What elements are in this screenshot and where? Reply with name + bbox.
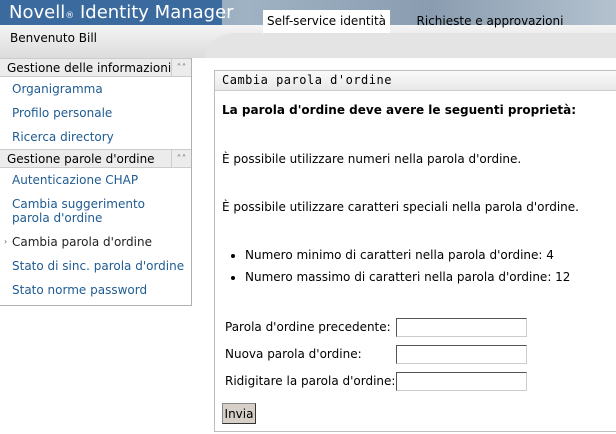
sidebar-item-hint[interactable]: Cambia suggerimento parola d'ordine (0, 192, 191, 230)
brand-name: Novell (9, 2, 66, 23)
panel-title: Cambia parola d'ordine (215, 71, 616, 91)
tab-requests-approvals[interactable]: Richieste e approvazioni (390, 10, 590, 33)
sidebar-item-profilo[interactable]: Profilo personale (0, 101, 191, 125)
sidebar-item-organigramma[interactable]: Organigramma (0, 77, 191, 101)
sidebar-item-policy-status[interactable]: Stato norme password (0, 278, 191, 302)
new-password-label: Nuova parola d'ordine: (225, 347, 362, 361)
rule-special-chars: È possibile utilizzare caratteri special… (222, 200, 579, 214)
section-info-management[interactable]: Gestione delle informazioni ˄˄ (0, 58, 191, 77)
tab-strip (205, 33, 616, 58)
collapse-icon[interactable]: ˄˄ (171, 150, 191, 167)
tab-self-service[interactable]: Self-service identità (263, 10, 390, 33)
intro-text: La parola d'ordine deve avere le seguent… (222, 103, 577, 117)
length-rules: Numero minimo di caratteri nella parola … (245, 248, 570, 292)
collapse-icon[interactable]: ˄˄ (171, 59, 191, 76)
new-password-input[interactable] (396, 345, 527, 364)
sidebar-item-label: Cambia parola d'ordine (12, 235, 152, 249)
min-length-rule: Numero minimo di caratteri nella parola … (245, 248, 570, 270)
sidebar-item-change-password[interactable]: › Cambia parola d'ordine (0, 230, 191, 254)
app-logo: Novell® Identity Manager (0, 0, 234, 25)
old-password-input[interactable] (396, 318, 527, 337)
welcome-text: Benvenuto Bill (10, 31, 98, 45)
submit-button[interactable]: Invia (222, 403, 256, 424)
product-name: Identity Manager (79, 2, 234, 23)
change-password-panel: Cambia parola d'ordine La parola d'ordin… (214, 70, 616, 432)
sidebar-item-chap[interactable]: Autenticazione CHAP (0, 168, 191, 192)
confirm-password-label: Ridigitare la parola d'ordine: (225, 374, 396, 388)
rule-numbers: È possibile utilizzare numeri nella paro… (222, 152, 522, 166)
old-password-label: Parola d'ordine precedente: (225, 320, 391, 334)
section-password-management[interactable]: Gestione parole d'ordine ˄˄ (0, 149, 191, 168)
section-title: Gestione delle informazioni (7, 61, 172, 75)
sidebar-item-sync-status[interactable]: Stato di sinc. parola d'ordine (0, 254, 191, 278)
confirm-password-input[interactable] (396, 372, 527, 391)
registered-mark: ® (65, 11, 75, 21)
current-marker-icon: › (4, 237, 8, 246)
sidebar-item-ricerca[interactable]: Ricerca directory (0, 125, 191, 149)
sidebar: Gestione delle informazioni ˄˄ Organigram… (0, 58, 192, 306)
section-title: Gestione parole d'ordine (7, 152, 155, 166)
max-length-rule: Numero massimo di caratteri nella parola… (245, 270, 570, 292)
